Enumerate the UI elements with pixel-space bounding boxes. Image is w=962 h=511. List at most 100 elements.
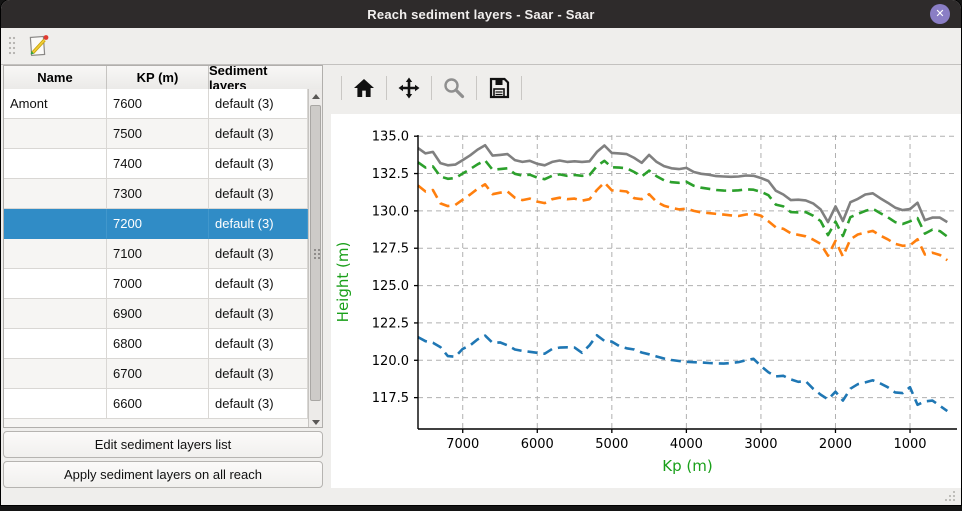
bottom-line-blue — [418, 335, 947, 411]
grid-lines — [418, 135, 957, 429]
floppy-save-icon[interactable] — [485, 74, 513, 102]
titlebar[interactable]: Reach sediment layers - Saar - Saar ✕ — [1, 0, 961, 28]
apply-sediment-layers-button[interactable]: Apply sediment layers on all reach — [3, 461, 323, 488]
svg-text:122.5: 122.5 — [372, 316, 409, 331]
sediment-layers-cell[interactable]: default (3) — [209, 89, 308, 119]
table-row[interactable]: 7500default (3) — [4, 119, 308, 149]
kp-cell[interactable]: 6800 — [107, 329, 209, 359]
kp-cell[interactable]: 6700 — [107, 359, 209, 389]
name-cell[interactable] — [4, 239, 107, 269]
svg-text:6000: 6000 — [521, 437, 554, 452]
svg-text:2000: 2000 — [819, 437, 852, 452]
sediment-layers-cell[interactable]: default (3) — [209, 149, 308, 179]
svg-text:130.0: 130.0 — [372, 204, 409, 219]
resize-grip-icon[interactable] — [944, 490, 956, 501]
kp-cell[interactable]: 7100 — [107, 239, 209, 269]
name-cell[interactable] — [4, 209, 107, 239]
name-cell[interactable] — [4, 329, 107, 359]
close-icon[interactable]: ✕ — [930, 4, 950, 24]
svg-text:5000: 5000 — [595, 437, 628, 452]
scroll-down-arrow-icon[interactable] — [309, 415, 322, 428]
y-axis-label: Height (m) — [334, 242, 352, 323]
svg-text:3000: 3000 — [744, 437, 777, 452]
kp-cell[interactable]: 7400 — [107, 149, 209, 179]
toolbar-separator — [476, 76, 477, 100]
svg-text:117.5: 117.5 — [372, 391, 409, 406]
edit-note-icon[interactable] — [23, 31, 53, 61]
plot-toolbar — [333, 72, 530, 104]
column-header-kp[interactable]: KP (m) — [107, 66, 209, 89]
pan-arrows-icon[interactable] — [395, 74, 423, 102]
table-header-row: Name KP (m) Sediment layers — [4, 66, 322, 90]
svg-text:120.0: 120.0 — [372, 354, 409, 369]
sediment-layers-cell[interactable]: default (3) — [209, 269, 308, 299]
main-toolbar — [1, 28, 961, 65]
name-cell[interactable] — [4, 179, 107, 209]
toolbar-separator — [521, 76, 522, 100]
table-row[interactable]: 7100default (3) — [4, 239, 308, 269]
toolbar-separator — [431, 76, 432, 100]
table-row[interactable]: 7300default (3) — [4, 179, 308, 209]
column-header-sediment-layers[interactable]: Sediment layers — [209, 66, 308, 89]
kp-cell[interactable]: 7000 — [107, 269, 209, 299]
home-icon[interactable] — [350, 74, 378, 102]
name-cell[interactable] — [4, 149, 107, 179]
tick-labels: 7000 6000 5000 4000 3000 2000 1000 135.0 132.5 13… — [372, 130, 927, 452]
svg-text:135.0: 135.0 — [372, 130, 409, 145]
scrollbar-grip — [313, 248, 320, 260]
table-row[interactable]: 6600default (3) — [4, 389, 308, 419]
name-cell[interactable]: Amont — [4, 89, 107, 119]
kp-cell[interactable]: 7500 — [107, 119, 209, 149]
sediment-layers-cell[interactable]: default (3) — [209, 119, 308, 149]
sediment-layers-cell[interactable]: default (3) — [209, 209, 308, 239]
name-cell[interactable] — [4, 389, 107, 419]
table-body: Amont7600default (3)7500default (3)7400d… — [4, 89, 308, 428]
name-cell[interactable] — [4, 269, 107, 299]
sediment-layers-cell[interactable]: default (3) — [209, 329, 308, 359]
sediment-layers-cell[interactable]: default (3) — [209, 239, 308, 269]
x-axis-label: Kp (m) — [662, 457, 712, 475]
kp-cell[interactable]: 7600 — [107, 89, 209, 119]
svg-text:7000: 7000 — [446, 437, 479, 452]
table-row-partial[interactable] — [4, 419, 308, 428]
name-cell[interactable] — [4, 119, 107, 149]
kp-cell[interactable]: 7200 — [107, 209, 209, 239]
table-row[interactable]: Amont7600default (3) — [4, 89, 308, 119]
sediment-layers-cell[interactable]: default (3) — [209, 299, 308, 329]
sediment-layers-table: Name KP (m) Sediment layers Amont7600def… — [3, 65, 323, 428]
name-cell[interactable] — [4, 299, 107, 329]
svg-text:132.5: 132.5 — [372, 167, 409, 182]
name-cell[interactable] — [4, 359, 107, 389]
table-scrollbar[interactable] — [308, 89, 322, 428]
toolbar-separator — [341, 76, 342, 100]
table-row[interactable]: 6700default (3) — [4, 359, 308, 389]
table-row[interactable]: 7400default (3) — [4, 149, 308, 179]
sediment-layers-cell[interactable]: default (3) — [209, 179, 308, 209]
svg-text:125.0: 125.0 — [372, 279, 409, 294]
middle-line-green — [418, 160, 947, 236]
axes-spines — [418, 135, 957, 429]
sediment-layers-cell[interactable]: default (3) — [209, 359, 308, 389]
reach-sediment-layers-window: Reach sediment layers - Saar - Saar ✕ — [1, 0, 961, 505]
svg-text:127.5: 127.5 — [372, 242, 409, 257]
sediment-layers-cell[interactable]: default (3) — [209, 389, 308, 419]
column-header-name[interactable]: Name — [4, 66, 107, 89]
window-title: Reach sediment layers - Saar - Saar — [367, 7, 594, 22]
kp-cell[interactable]: 6900 — [107, 299, 209, 329]
magnifier-icon[interactable] — [440, 74, 468, 102]
kp-cell[interactable]: 6600 — [107, 389, 209, 419]
svg-text:1000: 1000 — [893, 437, 926, 452]
table-row[interactable]: 7000default (3) — [4, 269, 308, 299]
profile-plot-canvas[interactable]: 7000 6000 5000 4000 3000 2000 1000 135.0 132.5 13… — [331, 114, 961, 488]
edit-sediment-layers-button[interactable]: Edit sediment layers list — [3, 431, 323, 458]
height-profile-chart[interactable]: 7000 6000 5000 4000 3000 2000 1000 135.0 132.5 13… — [331, 114, 961, 488]
table-row[interactable]: 7200default (3) — [4, 209, 308, 239]
table-row[interactable]: 6900default (3) — [4, 299, 308, 329]
scrollbar-thumb[interactable] — [310, 105, 321, 401]
kp-cell[interactable]: 7300 — [107, 179, 209, 209]
toolbar-separator — [386, 76, 387, 100]
scroll-up-arrow-icon[interactable] — [309, 89, 322, 103]
toolbar-drag-handle[interactable] — [7, 35, 17, 57]
table-row[interactable]: 6800default (3) — [4, 329, 308, 359]
svg-text:4000: 4000 — [670, 437, 703, 452]
